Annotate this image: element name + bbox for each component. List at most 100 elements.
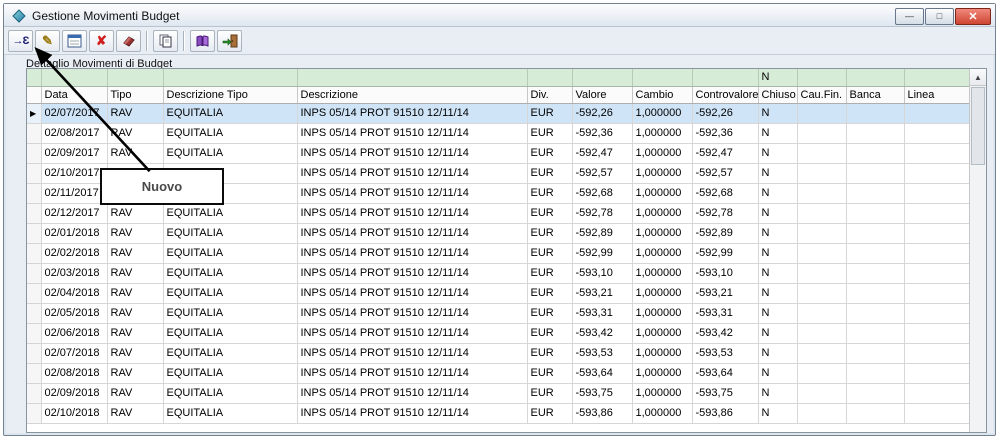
cell-chiuso[interactable]: N [758,403,797,423]
row-selector[interactable] [27,143,41,163]
cell-tipo[interactable]: RAV [107,403,163,423]
cell-chiuso[interactable]: N [758,263,797,283]
table-row[interactable]: 02/05/2018 RAV EQUITALIA INPS 05/14 PROT… [27,303,969,323]
copy-button[interactable] [153,30,178,52]
cell-linea[interactable] [904,163,969,183]
cell-chiuso[interactable]: N [758,323,797,343]
cell-tipo[interactable]: RAV [107,263,163,283]
cell-cambio[interactable]: 1,000000 [632,243,692,263]
row-selector[interactable] [27,163,41,183]
cell-cau-fin[interactable] [797,163,846,183]
cell-valore[interactable]: -593,64 [572,363,632,383]
cell-cambio[interactable]: 1,000000 [632,163,692,183]
cell-linea[interactable] [904,403,969,423]
cell-data[interactable]: 02/10/2018 [41,403,107,423]
cell-descrizione[interactable]: INPS 05/14 PROT 91510 12/11/14 [297,403,527,423]
cell-div[interactable]: EUR [527,243,572,263]
column-header-tipo[interactable]: Tipo [107,86,163,103]
cell-data[interactable]: 02/07/2018 [41,343,107,363]
cell-valore[interactable]: -592,99 [572,243,632,263]
cell-div[interactable]: EUR [527,123,572,143]
cell-tipo[interactable]: RAV [107,383,163,403]
cell-banca[interactable] [846,143,904,163]
cell-cau-fin[interactable] [797,243,846,263]
table-row[interactable]: 02/02/2018 RAV EQUITALIA INPS 05/14 PROT… [27,243,969,263]
cell-descrizione[interactable]: INPS 05/14 PROT 91510 12/11/14 [297,123,527,143]
cell-valore[interactable]: -592,68 [572,183,632,203]
row-selector[interactable] [27,303,41,323]
row-selector[interactable] [27,123,41,143]
cell-linea[interactable] [904,103,969,123]
table-row[interactable]: ▶ 02/07/2017 RAV EQUITALIA INPS 05/14 PR… [27,103,969,123]
cell-valore[interactable]: -592,89 [572,223,632,243]
cell-controvalore[interactable]: -593,75 [692,383,758,403]
exit-button[interactable] [217,30,242,52]
new-record-button[interactable]: →Ɛ [8,30,33,52]
cell-div[interactable]: EUR [527,403,572,423]
cell-tipo[interactable]: RAV [107,323,163,343]
cell-valore[interactable]: -592,36 [572,123,632,143]
cell-data[interactable]: 02/05/2018 [41,303,107,323]
cell-linea[interactable] [904,303,969,323]
cell-data[interactable]: 02/09/2017 [41,143,107,163]
cell-descrizione[interactable]: INPS 05/14 PROT 91510 12/11/14 [297,323,527,343]
cell-descrizione[interactable]: INPS 05/14 PROT 91510 12/11/14 [297,103,527,123]
cell-data[interactable]: 02/03/2018 [41,263,107,283]
cell-valore[interactable]: -592,47 [572,143,632,163]
cell-cambio[interactable]: 1,000000 [632,143,692,163]
column-header-linea[interactable]: Linea [904,86,969,103]
cell-banca[interactable] [846,263,904,283]
cell-chiuso[interactable]: N [758,343,797,363]
cell-valore[interactable]: -593,10 [572,263,632,283]
column-header-chiuso[interactable]: Chiuso [758,86,797,103]
cell-tipo[interactable]: RAV [107,363,163,383]
column-header-cambio[interactable]: Cambio [632,86,692,103]
scrollbar-thumb[interactable] [971,87,985,165]
cell-chiuso[interactable]: N [758,363,797,383]
close-button[interactable]: ✕ [955,8,991,25]
cell-controvalore[interactable]: -593,21 [692,283,758,303]
row-selector[interactable] [27,363,41,383]
table-row[interactable]: 02/09/2018 RAV EQUITALIA INPS 05/14 PROT… [27,383,969,403]
cell-data[interactable]: 02/11/2017 [41,183,107,203]
delete-record-button[interactable]: ✘ [89,30,114,52]
cell-valore[interactable]: -593,53 [572,343,632,363]
cell-chiuso[interactable]: N [758,143,797,163]
cell-linea[interactable] [904,143,969,163]
cell-cambio[interactable]: 1,000000 [632,343,692,363]
column-header-controvalore[interactable]: Controvalore [692,86,758,103]
cell-linea[interactable] [904,183,969,203]
cell-banca[interactable] [846,223,904,243]
cell-controvalore[interactable]: -592,47 [692,143,758,163]
filter-cell-descrizione[interactable] [297,69,527,86]
cell-div[interactable]: EUR [527,383,572,403]
cell-tipo[interactable]: RAV [107,283,163,303]
column-header-valore[interactable]: Valore [572,86,632,103]
cell-linea[interactable] [904,203,969,223]
cell-valore[interactable]: -592,78 [572,203,632,223]
cell-banca[interactable] [846,183,904,203]
cell-descrizione-tipo[interactable]: EQUITALIA [163,243,297,263]
row-selector[interactable] [27,283,41,303]
cell-controvalore[interactable]: -592,89 [692,223,758,243]
cell-linea[interactable] [904,283,969,303]
filter-cell-chiuso[interactable]: N [758,69,797,86]
cell-cambio[interactable]: 1,000000 [632,303,692,323]
cell-cau-fin[interactable] [797,343,846,363]
cell-chiuso[interactable]: N [758,383,797,403]
cell-cambio[interactable]: 1,000000 [632,263,692,283]
cell-valore[interactable]: -593,31 [572,303,632,323]
vertical-scrollbar[interactable]: ▲ [969,69,986,432]
cell-cau-fin[interactable] [797,143,846,163]
cell-descrizione-tipo[interactable]: EQUITALIA [163,383,297,403]
filter-cell-data[interactable] [41,69,107,86]
cell-chiuso[interactable]: N [758,203,797,223]
cell-descrizione[interactable]: INPS 05/14 PROT 91510 12/11/14 [297,203,527,223]
table-row[interactable]: 02/10/2018 RAV EQUITALIA INPS 05/14 PROT… [27,403,969,423]
cell-data[interactable]: 02/04/2018 [41,283,107,303]
cell-div[interactable]: EUR [527,163,572,183]
table-row[interactable]: 02/07/2018 RAV EQUITALIA INPS 05/14 PROT… [27,343,969,363]
filter-cell-controvalore[interactable] [692,69,758,86]
cell-chiuso[interactable]: N [758,303,797,323]
cell-linea[interactable] [904,323,969,343]
